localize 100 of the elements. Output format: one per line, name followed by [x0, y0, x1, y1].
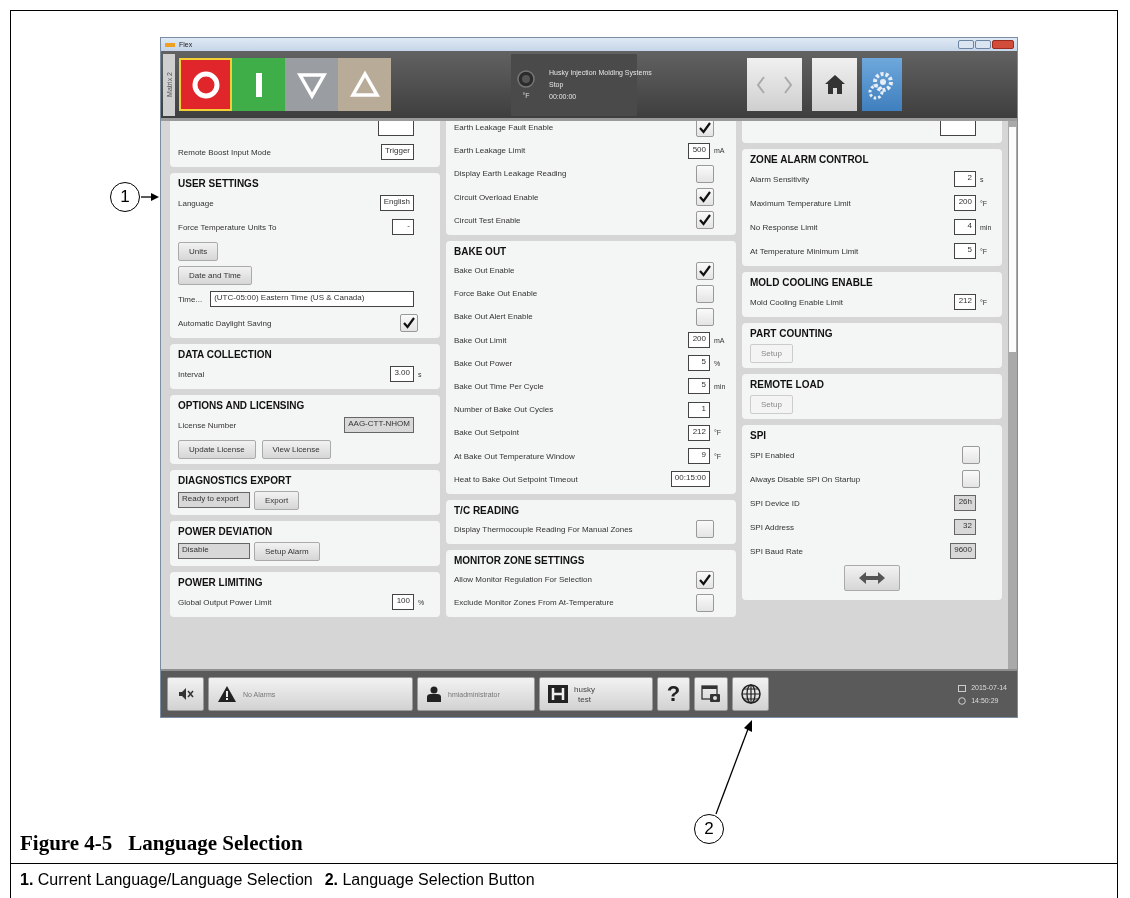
input-field[interactable]: 100: [392, 594, 414, 610]
read-only-field: 9600: [950, 543, 976, 559]
input-field[interactable]: 200: [688, 332, 710, 349]
field-label: Bake Out Alert Enable: [454, 312, 533, 322]
checkbox[interactable]: [696, 164, 714, 183]
checkbox[interactable]: [696, 261, 714, 280]
field-label: Number of Bake Out Cycles: [454, 405, 554, 415]
callout-arrow: [140, 193, 159, 201]
field-label: Circuit Test Enable: [454, 215, 521, 225]
checkbox[interactable]: [696, 188, 714, 207]
action-button[interactable]: Setup Alarm: [254, 541, 320, 561]
chevron-right-icon: [783, 74, 794, 95]
field-label: At Bake Out Temperature Window: [454, 451, 575, 461]
field-label: Automatic Daylight Saving: [178, 318, 272, 328]
up-triangle-icon: [349, 69, 380, 97]
input-field[interactable]: [378, 121, 414, 136]
field-label: SPI Enabled: [750, 450, 795, 460]
screenshot-button[interactable]: [694, 677, 728, 711]
field-label: Bake Out Setpoint: [454, 428, 519, 438]
app-logo-icon: [165, 42, 175, 47]
mold-button[interactable]: husky test: [539, 677, 653, 711]
action-button[interactable]: Update License: [178, 439, 256, 459]
move-down-button[interactable]: [285, 58, 338, 111]
checkbox[interactable]: [696, 570, 714, 589]
checkbox[interactable]: [962, 446, 980, 464]
input-field[interactable]: 5: [954, 243, 976, 259]
action-button[interactable]: Date and Time: [178, 265, 253, 285]
checkbox[interactable]: [400, 314, 418, 332]
legend-item: 1. Current Language/Language Selection: [20, 870, 313, 890]
action-button[interactable]: View License: [261, 439, 331, 459]
figure-number: Figure 4-5: [20, 830, 113, 856]
checkbox[interactable]: [696, 593, 714, 612]
read-only-field: 32: [954, 519, 976, 535]
language-button[interactable]: [732, 677, 769, 711]
close-button[interactable]: [992, 40, 1014, 49]
checkbox[interactable]: [696, 211, 714, 230]
stop-button[interactable]: [179, 58, 232, 111]
field-label: Allow Monitor Regulation For Selection: [454, 575, 592, 585]
input-field[interactable]: 4: [954, 219, 976, 235]
callout-number: 1: [110, 182, 140, 212]
field-label: At Temperature Minimum Limit: [750, 246, 859, 256]
move-up-button[interactable]: [338, 58, 391, 111]
home-button[interactable]: [812, 58, 857, 111]
input-field[interactable]: 1: [688, 401, 710, 418]
field-label: License Number: [178, 420, 237, 430]
input-field[interactable]: 2: [954, 171, 976, 187]
field-label: SPI Address: [750, 522, 795, 532]
input-field[interactable]: 5: [688, 378, 710, 395]
input-field[interactable]: -: [392, 219, 414, 235]
input-field[interactable]: 212: [954, 294, 976, 310]
section-heading: ZONE ALARM CONTROL: [750, 153, 869, 167]
settings-button[interactable]: [862, 58, 902, 111]
section-heading: DIAGNOSTICS EXPORT: [178, 474, 292, 488]
scrollbar[interactable]: [1008, 121, 1017, 669]
calendar-icon: [958, 683, 967, 692]
maximize-button[interactable]: [975, 40, 991, 49]
section-heading: BAKE OUT: [454, 244, 507, 259]
help-button[interactable]: ?: [657, 677, 690, 711]
input-field[interactable]: 212: [688, 424, 710, 441]
section-heading: USER SETTINGS: [178, 177, 259, 191]
input-field[interactable]: 3.00: [390, 366, 414, 382]
transfer-button[interactable]: [844, 565, 900, 591]
input-field[interactable]: [940, 121, 976, 136]
checkbox[interactable]: [962, 470, 980, 488]
mute-button[interactable]: [167, 677, 204, 711]
input-field[interactable]: 00:15:00: [670, 471, 710, 488]
field-label: Time...: [178, 294, 203, 304]
field-label: Bake Out Enable: [454, 266, 515, 276]
clock-icon: [958, 696, 967, 705]
scrollbar-thumb[interactable]: [1009, 127, 1016, 352]
legend-item: 2. Language Selection Button: [324, 870, 535, 890]
checkbox[interactable]: [696, 520, 714, 539]
warning-icon: [217, 685, 237, 703]
input-field[interactable]: English: [379, 195, 414, 211]
input-field[interactable]: 5: [688, 355, 710, 372]
input-field[interactable]: Trigger: [380, 144, 414, 160]
section-heading: POWER DEVIATION: [178, 525, 273, 539]
settings-icon: [868, 71, 893, 99]
checkbox[interactable]: [696, 284, 714, 303]
brand-name: husky: [574, 684, 595, 694]
start-button[interactable]: [232, 58, 285, 111]
action-button[interactable]: Units: [178, 241, 219, 261]
minimize-button[interactable]: [958, 40, 974, 49]
section-heading: REMOTE LOAD: [750, 378, 824, 392]
section-heading: T/C READING: [454, 503, 519, 518]
bar-icon: [255, 72, 262, 97]
field-label: SPI Baud Rate: [750, 546, 803, 556]
input-field[interactable]: (UTC-05:00) Eastern Time (US & Canada): [210, 291, 414, 307]
read-only-field: 26h: [954, 495, 976, 511]
input-field[interactable]: 9: [688, 448, 710, 465]
home-icon: [823, 74, 846, 95]
field-label: Circuit Overload Enable: [454, 192, 539, 202]
input-field[interactable]: 200: [954, 195, 976, 211]
brand-logo-icon: [548, 685, 568, 703]
checkbox[interactable]: [696, 307, 714, 326]
checkbox[interactable]: [696, 121, 714, 137]
input-field[interactable]: 500: [688, 142, 710, 159]
field-label: Exclude Monitor Zones From At-Temperature: [454, 598, 614, 608]
field-label: Interval: [178, 369, 205, 379]
action-button[interactable]: Export: [254, 490, 300, 510]
